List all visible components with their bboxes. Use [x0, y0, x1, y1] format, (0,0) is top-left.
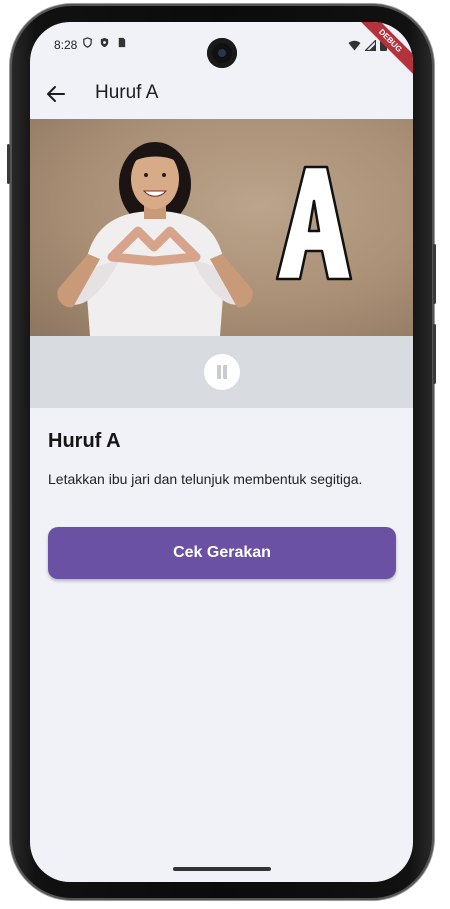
status-bar: 8:28 DEBUG — [30, 22, 413, 78]
sim-card-icon — [118, 37, 126, 48]
back-button[interactable] — [44, 82, 68, 106]
front-camera — [207, 38, 237, 68]
instruction-text: Letakkan ibu jari dan telunjuk membentuk… — [48, 471, 363, 487]
arrow-left-icon — [47, 86, 65, 102]
sign-video[interactable] — [30, 119, 413, 336]
status-left-icons — [82, 37, 127, 48]
signal-icon — [365, 39, 376, 51]
pause-button[interactable] — [204, 354, 240, 390]
shield-check-icon — [100, 37, 109, 48]
status-time: 8:28 — [54, 38, 78, 52]
check-movement-button[interactable]: Cek Gerakan — [48, 527, 396, 579]
volume-up-button — [433, 244, 436, 304]
power-button — [7, 144, 10, 184]
video-frame-illustration — [57, 142, 353, 336]
letter-heading: Huruf A — [48, 430, 121, 452]
page-title: Huruf A — [95, 82, 159, 103]
home-indicator[interactable] — [173, 867, 271, 871]
shield-icon — [83, 37, 92, 48]
app-screen: 8:28 DEBUG Huruf A Huruf A Letakkan ibu … — [30, 22, 413, 882]
video-controls — [30, 336, 413, 408]
check-movement-label: Cek Gerakan — [173, 544, 271, 561]
app-bar: Huruf A — [30, 74, 413, 118]
wifi-icon — [348, 40, 361, 50]
volume-down-button — [433, 324, 436, 384]
